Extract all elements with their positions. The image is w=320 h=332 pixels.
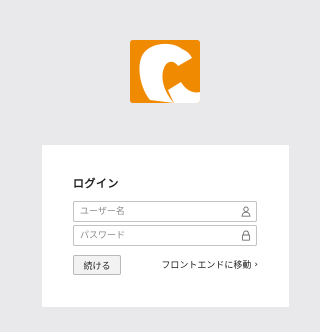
username-field[interactable] — [73, 201, 257, 222]
username-input[interactable] — [74, 202, 234, 221]
password-input[interactable] — [74, 226, 234, 245]
lock-icon — [241, 230, 251, 241]
login-page: ログイン 続ける フロントエンドに移動 › — [0, 0, 320, 332]
password-field[interactable] — [73, 225, 257, 246]
login-title: ログイン — [73, 177, 119, 190]
login-card: ログイン 続ける フロントエンドに移動 › — [42, 145, 289, 307]
continue-button[interactable]: 続ける — [73, 255, 121, 275]
go-to-frontend-link[interactable]: フロントエンドに移動 › — [161, 258, 258, 272]
go-to-frontend-label: フロントエンドに移動 — [161, 261, 252, 271]
chevron-right-icon: › — [254, 259, 258, 270]
user-icon — [241, 206, 251, 217]
concrete-logo-icon — [130, 40, 200, 103]
